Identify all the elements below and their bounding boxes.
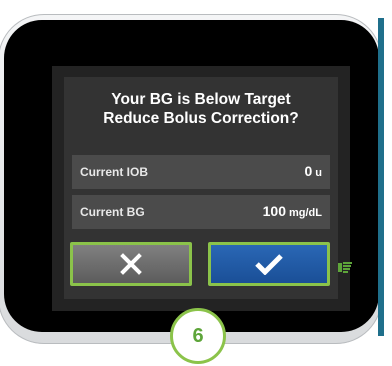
x-icon xyxy=(120,253,142,275)
current-bg-unit: mg/dL xyxy=(289,207,322,219)
hand-pointer-icon xyxy=(338,262,352,273)
current-bg-row: Current BG 100 mg/dL xyxy=(72,195,330,229)
step-number-badge: 6 xyxy=(170,308,226,364)
dialog-title: Your BG is Below Target Reduce Bolus Cor… xyxy=(64,90,338,128)
device-side-accent xyxy=(378,18,384,336)
checkmark-icon xyxy=(255,254,283,275)
current-iob-unit: u xyxy=(315,167,322,179)
current-bg-number: 100 xyxy=(262,203,286,219)
cancel-button[interactable] xyxy=(70,242,192,286)
dialog-title-line2: Reduce Bolus Correction? xyxy=(103,110,299,127)
confirm-button[interactable] xyxy=(208,242,330,286)
current-iob-number: 0 xyxy=(304,163,313,179)
current-iob-value: 0u xyxy=(304,163,322,179)
current-bg-label: Current BG xyxy=(80,205,145,219)
current-bg-value: 100 mg/dL xyxy=(263,203,322,219)
current-iob-label: Current IOB xyxy=(80,165,149,179)
dialog-title-line1: Your BG is Below Target xyxy=(111,91,291,108)
current-iob-row: Current IOB 0u xyxy=(72,155,330,189)
